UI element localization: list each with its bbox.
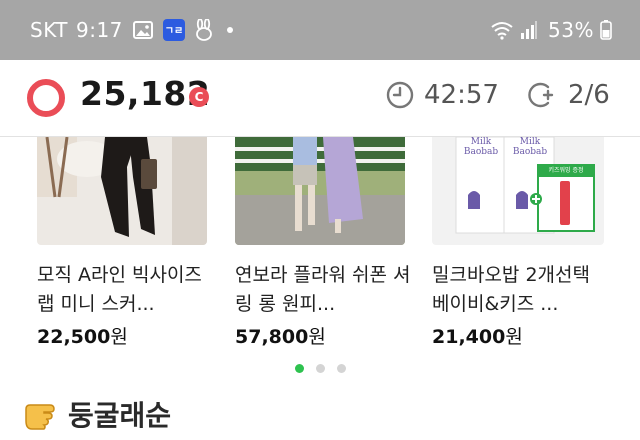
progress: 2/6 — [528, 80, 610, 110]
signal-icon — [520, 21, 538, 39]
timer-value: 42:57 — [424, 80, 499, 110]
status-bar: SKT 9:17 ㄱㄹ 53% — [0, 0, 640, 60]
brand-line: Baobab — [512, 147, 548, 157]
page-dot-active[interactable] — [294, 364, 304, 373]
wifi-icon — [490, 20, 514, 40]
price-amount: 21,400 — [432, 326, 506, 348]
brand-label: Milk Baobab — [460, 137, 502, 157]
timer: 42:57 — [386, 80, 499, 110]
product-title[interactable]: 연보라 플라워 쉬폰 셔링 롱 원피... — [235, 261, 413, 319]
dot-icon — [226, 27, 233, 33]
product-card[interactable]: 모직 A라인 빅사이즈 랩 미니 스커... 22,500원 — [37, 137, 215, 349]
price-unit: 원 — [110, 326, 128, 348]
product-title[interactable]: 모직 A라인 빅사이즈 랩 미니 스커... — [37, 261, 215, 319]
brand-line: Milk — [519, 137, 541, 147]
battery-percent: 53% — [548, 18, 594, 42]
gallery-icon — [132, 21, 153, 39]
pointing-hand-icon — [24, 397, 64, 431]
page-dot[interactable] — [315, 364, 325, 373]
product-card[interactable]: Milk Baobab Milk Baobab 키즈워밍 증정 밀크바오밥 2개선택… — [432, 137, 610, 349]
product-price: 57,800원 — [235, 322, 413, 349]
product-image[interactable]: Milk Baobab Milk Baobab 키즈워밍 증정 — [432, 137, 604, 245]
clock: 9:17 — [75, 18, 123, 42]
battery-icon — [600, 20, 612, 40]
product-price: 22,500원 — [37, 322, 215, 349]
app-badge-icon: ㄱㄹ — [162, 19, 185, 41]
section-title-text: 둥굴래순 — [68, 399, 172, 432]
coin-badge: C — [189, 87, 209, 107]
price-amount: 22,500 — [37, 326, 111, 348]
rabbit-icon — [195, 19, 213, 41]
price-unit: 원 — [308, 326, 326, 348]
carousel-pagination — [0, 364, 640, 373]
price-amount: 57,800 — [235, 326, 309, 348]
app-header: 25,182 C 42:57 2/6 — [0, 60, 640, 137]
brand-line: Baobab — [463, 147, 499, 157]
coin-plus-icon — [528, 81, 558, 109]
carrier-label: SKT — [30, 18, 68, 42]
section-title: 둥굴래순 — [24, 394, 171, 434]
page-dot[interactable] — [336, 364, 346, 373]
brand-label: Milk Baobab — [509, 137, 551, 157]
product-image[interactable] — [37, 137, 207, 245]
promo-tag: 키즈워밍 증정 — [548, 167, 584, 174]
price-unit: 원 — [505, 326, 523, 348]
product-card[interactable]: 연보라 플라워 쉬폰 셔링 롱 원피... 57,800원 — [235, 137, 413, 349]
clock-icon — [386, 81, 414, 109]
points-ring-icon — [27, 79, 65, 117]
product-price: 21,400원 — [432, 322, 610, 349]
product-image[interactable] — [235, 137, 405, 245]
progress-value: 2/6 — [568, 80, 610, 110]
product-carousel[interactable]: 모직 A라인 빅사이즈 랩 미니 스커... 22,500원 연보라 플라워 쉬… — [0, 137, 640, 382]
brand-line: Milk — [470, 137, 492, 147]
product-title[interactable]: 밀크바오밥 2개선택 베이비&키즈 ... — [432, 261, 610, 319]
svg-text:ㄱㄹ: ㄱㄹ — [165, 26, 183, 37]
